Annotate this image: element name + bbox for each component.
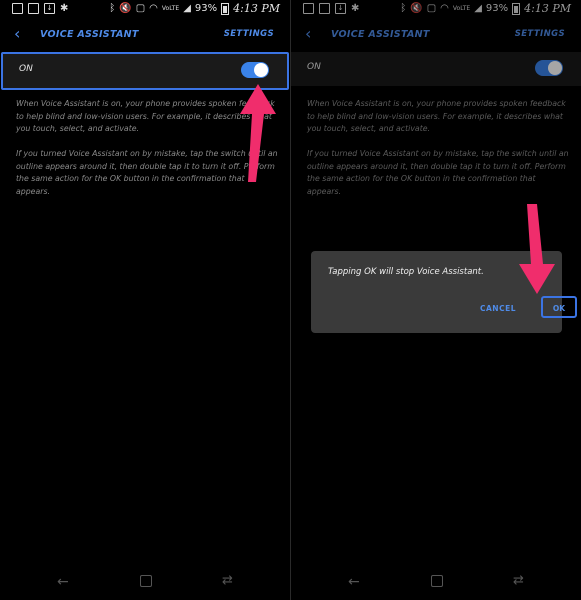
app-bar: ‹ VOICE ASSISTANT SETTINGS xyxy=(0,24,290,46)
right-screen: ↓ ✱ ᛒ 🔇 ▢ ◠ VoLTE ◢ 93% 4:13 PM ‹ VOICE … xyxy=(291,0,581,600)
ok-button[interactable]: OK xyxy=(541,296,577,318)
navigation-bar: ← ⇄ xyxy=(0,566,290,600)
nav-home-icon[interactable] xyxy=(140,575,152,587)
nav-home-icon[interactable] xyxy=(431,575,443,587)
voice-assistant-switch[interactable] xyxy=(241,62,269,78)
dialog-message: Tapping OK will stop Voice Assistant. xyxy=(328,267,484,277)
nav-back-icon[interactable]: ← xyxy=(348,574,360,590)
clock: 4:13 PM xyxy=(233,2,280,15)
annotation-arrow-icon xyxy=(519,204,555,294)
page-title: VOICE ASSISTANT xyxy=(40,29,139,40)
description-paragraph-1: When Voice Assistant is on, your phone p… xyxy=(16,99,275,133)
bluetooth-icon: ᛒ xyxy=(109,3,116,14)
status-bar: ↓ ✱ ᛒ 🔇 ▢ ◠ VoLTE ◢ 93% 4:13 PM xyxy=(0,0,290,18)
battery-icon xyxy=(221,2,230,15)
cancel-button[interactable]: CANCEL xyxy=(480,304,516,313)
navigation-bar: ← ⇄ xyxy=(291,566,581,600)
download-icon: ↓ xyxy=(44,3,55,14)
nfc-icon: ▢ xyxy=(135,3,146,14)
nav-recents-icon[interactable]: ⇄ xyxy=(513,573,524,588)
description-paragraph-2: If you turned Voice Assistant on by mist… xyxy=(16,149,278,196)
nav-back-icon[interactable]: ← xyxy=(57,574,69,590)
left-screen: ↓ ✱ ᛒ 🔇 ▢ ◠ VoLTE ◢ 93% 4:13 PM ‹ VOICE … xyxy=(0,0,290,600)
back-arrow-icon[interactable]: ‹ xyxy=(14,26,20,42)
wifi-icon: ◠ xyxy=(149,3,158,14)
accessibility-icon: ✱ xyxy=(60,3,69,14)
nav-recents-icon[interactable]: ⇄ xyxy=(222,573,233,588)
gallery-icon xyxy=(28,3,39,14)
signal-text: VoLTE xyxy=(161,5,180,12)
switch-knob xyxy=(254,63,268,77)
battery-percent: 93% xyxy=(194,3,218,14)
switch-label: ON xyxy=(19,64,33,74)
notification-icon xyxy=(12,3,23,14)
settings-button[interactable]: SETTINGS xyxy=(224,29,274,39)
mute-icon: 🔇 xyxy=(119,3,132,14)
signal-icon: ◢ xyxy=(183,3,191,14)
annotation-arrow-icon xyxy=(240,84,276,182)
